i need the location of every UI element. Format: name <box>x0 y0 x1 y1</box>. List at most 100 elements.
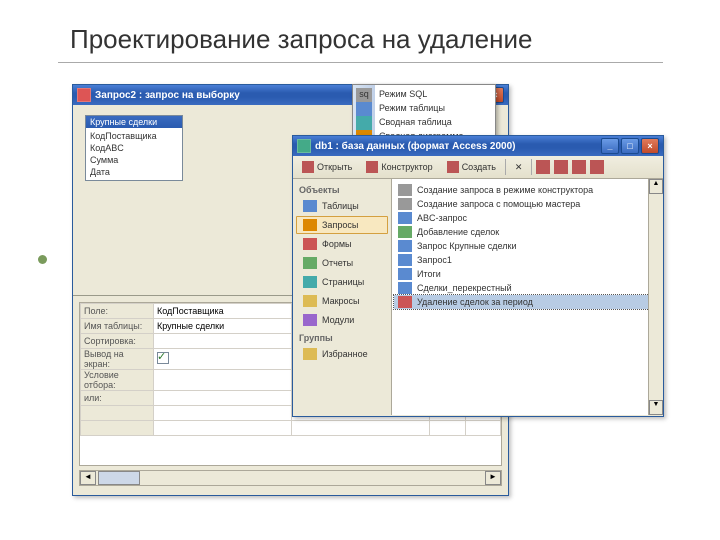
toolbar-separator <box>505 159 506 175</box>
queries-icon <box>303 219 317 231</box>
title-underline <box>58 62 663 63</box>
nav-item-macros[interactable]: Макросы <box>296 292 388 310</box>
design-icon <box>366 161 378 173</box>
toolbar-separator <box>531 159 532 175</box>
design-button[interactable]: Конструктор <box>361 159 437 175</box>
append-query-icon <box>398 226 412 238</box>
sql-icon: sq <box>356 88 372 102</box>
nav-item-tables[interactable]: Таблицы <box>296 197 388 215</box>
table-field[interactable]: КодПоставщика <box>90 130 178 142</box>
stage: Запрос2 : запрос на выборку _ □ × Крупны… <box>72 84 664 494</box>
table-caption[interactable]: Крупные сделки <box>86 116 182 128</box>
database-window: db1 : база данных (формат Access 2000) _… <box>292 135 664 417</box>
grid-label-field: Поле: <box>81 304 154 319</box>
view-small-icon[interactable] <box>554 160 568 174</box>
pages-icon <box>303 276 317 288</box>
list-item[interactable]: Создание запроса с помощью мастера <box>394 197 661 211</box>
db-body: Объекты Таблицы Запросы Формы Отчеты Стр… <box>293 179 663 415</box>
menu-item[interactable]: Режим таблицы <box>353 101 495 115</box>
close-button[interactable]: × <box>641 138 659 154</box>
grid-cell[interactable] <box>154 370 292 391</box>
macros-icon <box>303 295 317 307</box>
list-item[interactable]: Сделки_перекрестный <box>394 281 661 295</box>
db-object-list[interactable]: Создание запроса в режиме конструктора С… <box>392 179 663 415</box>
window-icon <box>77 88 91 102</box>
delete-button[interactable]: ✕ <box>510 160 528 175</box>
list-item[interactable]: Итоги <box>394 267 661 281</box>
bullet-icon <box>38 255 47 264</box>
new-button[interactable]: Создать <box>442 159 501 175</box>
scroll-left-icon[interactable]: ◄ <box>80 471 96 485</box>
view-large-icon[interactable] <box>536 160 550 174</box>
grid-cell[interactable] <box>154 349 292 370</box>
delete-query-icon <box>398 296 412 308</box>
grid-label-or: или: <box>81 391 154 406</box>
scroll-right-icon[interactable]: ► <box>485 471 501 485</box>
grid-cell[interactable] <box>154 334 292 349</box>
grid-label-show: Вывод на экран: <box>81 349 154 370</box>
vertical-scrollbar[interactable]: ▲ ▼ <box>648 179 663 415</box>
maximize-button[interactable]: □ <box>621 138 639 154</box>
nav-item-queries[interactable]: Запросы <box>296 216 388 234</box>
open-icon <box>302 161 314 173</box>
wizard-icon <box>398 198 412 210</box>
new-icon <box>447 161 459 173</box>
horizontal-scrollbar[interactable]: ◄ ► <box>79 470 502 486</box>
list-item[interactable]: Удаление сделок за период <box>394 295 661 309</box>
checkbox-icon[interactable] <box>157 352 169 364</box>
grid-cell[interactable]: КодПоставщика <box>154 304 292 319</box>
query-icon <box>398 212 412 224</box>
window-icon <box>297 139 311 153</box>
nav-item-reports[interactable]: Отчеты <box>296 254 388 272</box>
scroll-thumb[interactable] <box>98 471 140 485</box>
forms-icon <box>303 238 317 250</box>
table-field[interactable]: КодABC <box>90 142 178 154</box>
nav-item-forms[interactable]: Формы <box>296 235 388 253</box>
list-item[interactable]: ABC-запрос <box>394 211 661 225</box>
delete-icon: ✕ <box>515 162 523 173</box>
nav-item-pages[interactable]: Страницы <box>296 273 388 291</box>
modules-icon <box>303 314 317 326</box>
pivot-icon <box>356 116 372 130</box>
minimize-button[interactable]: _ <box>601 138 619 154</box>
menu-item[interactable]: Сводная таблица <box>353 115 495 129</box>
grid-label-table: Имя таблицы: <box>81 319 154 334</box>
table-box[interactable]: Крупные сделки КодПоставщика КодABC Сумм… <box>85 115 183 181</box>
table-field-list[interactable]: КодПоставщика КодABC Сумма Дата <box>86 128 182 180</box>
grid-cell[interactable]: Крупные сделки <box>154 319 292 334</box>
list-item[interactable]: Создание запроса в режиме конструктора <box>394 183 661 197</box>
open-button[interactable]: Открыть <box>297 159 357 175</box>
slide-title: Проектирование запроса на удаление <box>70 24 532 55</box>
list-item[interactable]: Запрос Крупные сделки <box>394 239 661 253</box>
db-titlebar[interactable]: db1 : база данных (формат Access 2000) _… <box>293 136 663 156</box>
query-title: Запрос2 : запрос на выборку <box>95 90 240 101</box>
db-title: db1 : база данных (формат Access 2000) <box>315 141 516 152</box>
db-toolbar: Открыть Конструктор Создать ✕ <box>293 156 663 179</box>
scroll-down-icon[interactable]: ▼ <box>649 400 663 415</box>
table-field[interactable]: Дата <box>90 166 178 178</box>
query-icon <box>398 240 412 252</box>
nav-section-objects: Объекты <box>293 182 391 196</box>
nav-item-favorites[interactable]: Избранное <box>296 345 388 363</box>
star-icon <box>303 348 317 360</box>
tables-icon <box>303 200 317 212</box>
list-item[interactable]: Запрос1 <box>394 253 661 267</box>
view-list-icon[interactable] <box>572 160 586 174</box>
grid-label-sort: Сортировка: <box>81 334 154 349</box>
query-icon <box>398 254 412 266</box>
reports-icon <box>303 257 317 269</box>
query-icon <box>398 268 412 280</box>
menu-item[interactable]: sqРежим SQL <box>353 87 495 101</box>
nav-section-groups: Группы <box>293 330 391 344</box>
db-nav: Объекты Таблицы Запросы Формы Отчеты Стр… <box>293 179 392 415</box>
grid-label-criteria: Условие отбора: <box>81 370 154 391</box>
grid-icon <box>356 102 372 116</box>
list-item[interactable]: Добавление сделок <box>394 225 661 239</box>
view-details-icon[interactable] <box>590 160 604 174</box>
crosstab-icon <box>398 282 412 294</box>
scroll-up-icon[interactable]: ▲ <box>649 179 663 194</box>
grid-cell[interactable] <box>154 391 292 406</box>
wizard-icon <box>398 184 412 196</box>
table-field[interactable]: Сумма <box>90 154 178 166</box>
nav-item-modules[interactable]: Модули <box>296 311 388 329</box>
